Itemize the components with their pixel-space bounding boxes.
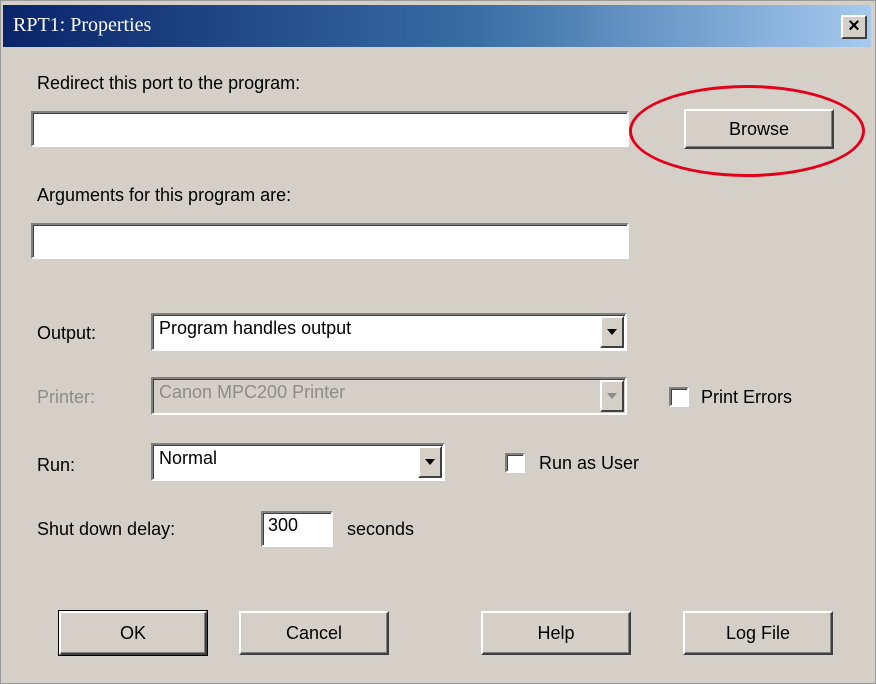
- run-dropdown-button[interactable]: [418, 446, 442, 478]
- run-as-user-label: Run as User: [539, 453, 640, 473]
- output-dropdown-button[interactable]: [600, 316, 624, 348]
- printer-dropdown-button: [600, 380, 624, 412]
- printer-select: Canon MPC200 Printer: [151, 377, 627, 415]
- chevron-down-icon: [607, 329, 617, 335]
- printer-label: Printer:: [37, 387, 96, 407]
- print-errors-checkbox[interactable]: [669, 387, 689, 407]
- browse-button-label: Browse: [728, 119, 790, 139]
- cancel-button[interactable]: Cancel: [239, 611, 389, 655]
- shutdown-delay-label: Shut down delay:: [37, 519, 176, 539]
- run-label: Run:: [37, 455, 76, 475]
- close-button[interactable]: ×: [841, 15, 867, 39]
- run-selected-value: Normal: [159, 448, 218, 468]
- window-title: RPT1: Properties: [13, 14, 152, 36]
- printer-selected-value: Canon MPC200 Printer: [159, 382, 346, 402]
- chevron-down-icon: [425, 459, 435, 465]
- run-as-user-checkbox[interactable]: [505, 453, 525, 473]
- shutdown-delay-unit: seconds: [347, 519, 415, 539]
- browse-button[interactable]: Browse: [684, 109, 834, 149]
- log-file-button-label: Log File: [725, 623, 791, 643]
- output-label: Output:: [37, 323, 97, 343]
- run-select[interactable]: Normal: [151, 443, 445, 481]
- properties-dialog: RPT1: Properties × Redirect this port to…: [0, 0, 876, 684]
- arguments-input[interactable]: [31, 223, 629, 259]
- output-select[interactable]: Program handles output: [151, 313, 627, 351]
- arguments-label: Arguments for this program are:: [37, 185, 292, 205]
- ok-button[interactable]: OK: [58, 610, 208, 656]
- help-button[interactable]: Help: [481, 611, 631, 655]
- log-file-button[interactable]: Log File: [683, 611, 833, 655]
- cancel-button-label: Cancel: [285, 623, 343, 643]
- redirect-label: Redirect this port to the program:: [37, 73, 301, 93]
- close-icon: ×: [848, 15, 860, 37]
- chevron-down-icon: [607, 393, 617, 399]
- output-selected-value: Program handles output: [159, 318, 352, 338]
- ok-button-label: OK: [119, 623, 146, 643]
- help-button-label: Help: [537, 623, 575, 643]
- print-errors-label: Print Errors: [701, 387, 793, 407]
- title-bar[interactable]: RPT1: Properties ×: [3, 5, 871, 47]
- shutdown-delay-input[interactable]: 300: [261, 511, 333, 547]
- redirect-program-input[interactable]: [31, 111, 629, 147]
